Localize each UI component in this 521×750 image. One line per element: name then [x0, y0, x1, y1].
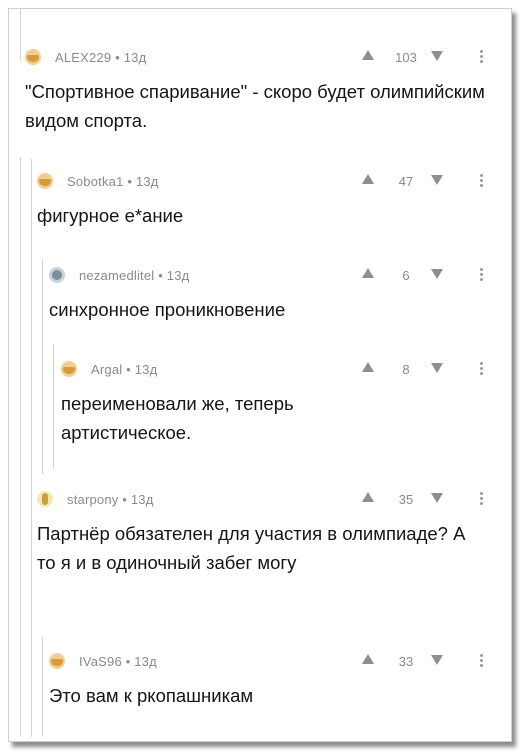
comment-rating: 103 — [395, 50, 417, 65]
comment-rating: 6 — [402, 268, 410, 283]
thread-line[interactable] — [42, 259, 43, 474]
upvote-icon[interactable] — [362, 362, 374, 372]
comment-rating: 33 — [398, 654, 414, 669]
comment: IVaS96 • 13д 33 Это вам к ркопашникам — [49, 651, 511, 721]
avatar-icon[interactable] — [49, 653, 65, 669]
comment: Sobotka1 • 13д 47 фигурное е*ание — [37, 171, 511, 241]
avatar-icon[interactable] — [49, 267, 65, 283]
more-options-icon[interactable] — [478, 490, 484, 508]
comment-meta: starpony • 13д 35 — [37, 489, 511, 511]
upvote-icon[interactable] — [362, 50, 374, 60]
avatar-icon[interactable] — [37, 173, 53, 189]
downvote-icon[interactable] — [431, 655, 443, 665]
comment: starpony • 13д 35 Партнёр обязателен для… — [37, 489, 511, 619]
thread-line[interactable] — [31, 159, 32, 737]
more-options-icon[interactable] — [478, 48, 484, 66]
avatar-icon[interactable] — [61, 361, 77, 377]
upvote-icon[interactable] — [362, 268, 374, 278]
downvote-icon[interactable] — [431, 363, 443, 373]
comment-author[interactable]: ALEX229 • 13д — [55, 50, 146, 65]
upvote-icon[interactable] — [362, 654, 374, 664]
comment: nezamedlitel • 13д 6 синхронное проникно… — [49, 265, 511, 335]
upvote-icon[interactable] — [362, 492, 374, 502]
comment: ALEX229 • 13д 103 "Спортивное спаривание… — [25, 47, 511, 147]
comment-text: переименовали же, теперь артистическое. — [61, 393, 294, 443]
thread-line[interactable] — [42, 637, 43, 737]
more-options-icon[interactable] — [478, 360, 484, 378]
comment-author[interactable]: Sobotka1 • 13д — [67, 174, 159, 189]
comment-rating: 47 — [398, 174, 414, 189]
thread-line[interactable] — [20, 157, 21, 737]
comment-meta: nezamedlitel • 13д 6 — [49, 265, 511, 287]
comment-author[interactable]: starpony • 13д — [67, 492, 153, 507]
comment-author[interactable]: Argal • 13д — [91, 362, 157, 377]
downvote-icon[interactable] — [431, 51, 443, 61]
comment-text: Партнёр обязателен для участия в олимпиа… — [37, 523, 466, 573]
upvote-icon[interactable] — [362, 174, 374, 184]
comment-meta: Sobotka1 • 13д 47 — [37, 171, 511, 193]
thread-line[interactable] — [20, 9, 21, 61]
comment-text: "Спортивное спаривание" - скоро будет ол… — [25, 81, 485, 131]
comment-rating: 8 — [402, 362, 410, 377]
more-options-icon[interactable] — [478, 652, 484, 670]
comment-author[interactable]: nezamedlitel • 13д — [79, 268, 189, 283]
downvote-icon[interactable] — [431, 175, 443, 185]
comment-text: фигурное е*ание — [37, 205, 184, 226]
comment-meta: IVaS96 • 13д 33 — [49, 651, 511, 673]
more-options-icon[interactable] — [478, 172, 484, 190]
comments-screenshot: ALEX229 • 13д 103 "Спортивное спаривание… — [8, 8, 512, 742]
comment-rating: 35 — [398, 492, 414, 507]
avatar-icon[interactable] — [25, 49, 41, 65]
avatar-icon[interactable] — [37, 491, 53, 507]
comment: Argal • 13д 8 переименовали же, теперь а… — [61, 359, 511, 459]
thread-line[interactable] — [53, 344, 54, 469]
downvote-icon[interactable] — [431, 493, 443, 503]
comment-text: Это вам к ркопашникам — [49, 685, 254, 706]
comment-meta: ALEX229 • 13д 103 — [25, 47, 511, 69]
more-options-icon[interactable] — [478, 266, 484, 284]
comment-meta: Argal • 13д 8 — [61, 359, 511, 381]
downvote-icon[interactable] — [431, 269, 443, 279]
comment-author[interactable]: IVaS96 • 13д — [79, 654, 157, 669]
comment-text: синхронное проникновение — [49, 299, 286, 320]
